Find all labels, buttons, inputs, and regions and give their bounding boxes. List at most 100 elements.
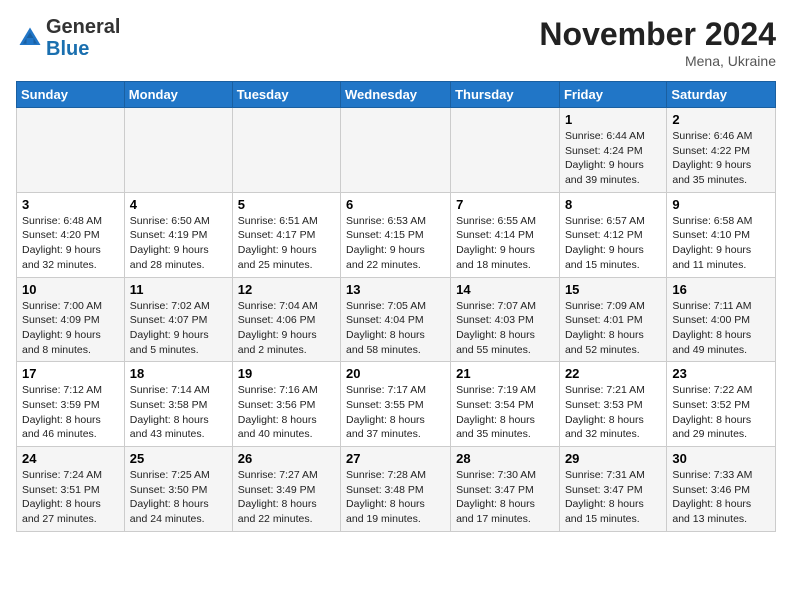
day-info: Sunrise: 7:31 AM Sunset: 3:47 PM Dayligh…: [565, 468, 661, 527]
day-info: Sunrise: 7:17 AM Sunset: 3:55 PM Dayligh…: [346, 383, 445, 442]
calendar-cell: 17Sunrise: 7:12 AM Sunset: 3:59 PM Dayli…: [17, 362, 125, 447]
day-info: Sunrise: 7:05 AM Sunset: 4:04 PM Dayligh…: [346, 299, 445, 358]
day-number: 26: [238, 451, 335, 466]
day-number: 30: [672, 451, 770, 466]
calendar-cell: 24 Sunrise: 7:24 AM Sunset: 3:51 PM Dayli…: [17, 447, 125, 532]
day-info: Sunrise: 6:51 AM Sunset: 4:17 PM Dayligh…: [238, 214, 335, 273]
calendar-cell: 11Sunrise: 7:02 AM Sunset: 4:07 PM Dayli…: [124, 277, 232, 362]
day-number: 11: [130, 282, 227, 297]
calendar-cell: [124, 108, 232, 193]
calendar-row: 17Sunrise: 7:12 AM Sunset: 3:59 PM Dayli…: [17, 362, 776, 447]
calendar-cell: 25 Sunrise: 7:25 AM Sunset: 3:50 PM Dayli…: [124, 447, 232, 532]
day-number: 9: [672, 197, 770, 212]
weekday-header: Wednesday: [341, 82, 451, 108]
day-info: Sunrise: 7:04 AM Sunset: 4:06 PM Dayligh…: [238, 299, 335, 358]
day-number: 8: [565, 197, 661, 212]
day-number: 4: [130, 197, 227, 212]
title-block: November 2024 Mena, Ukraine: [539, 16, 776, 69]
calendar-cell: 22Sunrise: 7:21 AM Sunset: 3:53 PM Dayli…: [559, 362, 666, 447]
page-container: General Blue November 2024 Mena, Ukraine…: [0, 0, 792, 540]
calendar-cell: 27 Sunrise: 7:28 AM Sunset: 3:48 PM Dayli…: [341, 447, 451, 532]
calendar-cell: [232, 108, 340, 193]
day-number: 29: [565, 451, 661, 466]
weekday-header: Friday: [559, 82, 666, 108]
calendar-cell: 20 Sunrise: 7:17 AM Sunset: 3:55 PM Dayli…: [341, 362, 451, 447]
calendar-cell: 19 Sunrise: 7:16 AM Sunset: 3:56 PM Dayli…: [232, 362, 340, 447]
day-info: Sunrise: 6:57 AM Sunset: 4:12 PM Dayligh…: [565, 214, 661, 273]
weekday-header: Sunday: [17, 82, 125, 108]
location: Mena, Ukraine: [539, 53, 776, 69]
calendar-cell: 13 Sunrise: 7:05 AM Sunset: 4:04 PM Dayli…: [341, 277, 451, 362]
day-number: 7: [456, 197, 554, 212]
day-number: 6: [346, 197, 445, 212]
day-number: 28: [456, 451, 554, 466]
calendar-cell: 29 Sunrise: 7:31 AM Sunset: 3:47 PM Dayli…: [559, 447, 666, 532]
day-info: Sunrise: 7:28 AM Sunset: 3:48 PM Dayligh…: [346, 468, 445, 527]
calendar-cell: 26Sunrise: 7:27 AM Sunset: 3:49 PM Dayli…: [232, 447, 340, 532]
day-info: Sunrise: 7:24 AM Sunset: 3:51 PM Dayligh…: [22, 468, 119, 527]
weekday-header: Thursday: [451, 82, 560, 108]
day-number: 17: [22, 366, 119, 381]
day-info: Sunrise: 6:44 AM Sunset: 4:24 PM Dayligh…: [565, 129, 661, 188]
calendar-cell: 3 Sunrise: 6:48 AM Sunset: 4:20 PM Daylig…: [17, 192, 125, 277]
weekday-header: Saturday: [667, 82, 776, 108]
day-info: Sunrise: 7:07 AM Sunset: 4:03 PM Dayligh…: [456, 299, 554, 358]
calendar-cell: 10Sunrise: 7:00 AM Sunset: 4:09 PM Dayli…: [17, 277, 125, 362]
day-number: 15: [565, 282, 661, 297]
logo-icon: [16, 24, 44, 52]
day-number: 27: [346, 451, 445, 466]
day-number: 14: [456, 282, 554, 297]
calendar-row: 24 Sunrise: 7:24 AM Sunset: 3:51 PM Dayli…: [17, 447, 776, 532]
calendar-row: 3 Sunrise: 6:48 AM Sunset: 4:20 PM Daylig…: [17, 192, 776, 277]
calendar-cell: 9 Sunrise: 6:58 AM Sunset: 4:10 PM Daylig…: [667, 192, 776, 277]
logo-general-text: General: [46, 16, 120, 38]
calendar-cell: 7 Sunrise: 6:55 AM Sunset: 4:14 PM Daylig…: [451, 192, 560, 277]
calendar-cell: 28 Sunrise: 7:30 AM Sunset: 3:47 PM Dayli…: [451, 447, 560, 532]
day-number: 20: [346, 366, 445, 381]
day-info: Sunrise: 6:50 AM Sunset: 4:19 PM Dayligh…: [130, 214, 227, 273]
day-number: 21: [456, 366, 554, 381]
calendar: SundayMondayTuesdayWednesdayThursdayFrid…: [16, 81, 776, 532]
day-number: 3: [22, 197, 119, 212]
calendar-cell: [341, 108, 451, 193]
day-number: 2: [672, 112, 770, 127]
day-info: Sunrise: 6:55 AM Sunset: 4:14 PM Dayligh…: [456, 214, 554, 273]
calendar-cell: 21 Sunrise: 7:19 AM Sunset: 3:54 PM Dayli…: [451, 362, 560, 447]
weekday-header: Tuesday: [232, 82, 340, 108]
calendar-cell: 6Sunrise: 6:53 AM Sunset: 4:15 PM Daylig…: [341, 192, 451, 277]
day-number: 5: [238, 197, 335, 212]
day-info: Sunrise: 6:58 AM Sunset: 4:10 PM Dayligh…: [672, 214, 770, 273]
calendar-cell: 2 Sunrise: 6:46 AM Sunset: 4:22 PM Daylig…: [667, 108, 776, 193]
day-number: 19: [238, 366, 335, 381]
calendar-cell: [17, 108, 125, 193]
day-info: Sunrise: 7:16 AM Sunset: 3:56 PM Dayligh…: [238, 383, 335, 442]
day-number: 25: [130, 451, 227, 466]
calendar-cell: 23Sunrise: 7:22 AM Sunset: 3:52 PM Dayli…: [667, 362, 776, 447]
calendar-row: 10Sunrise: 7:00 AM Sunset: 4:09 PM Dayli…: [17, 277, 776, 362]
calendar-cell: 12 Sunrise: 7:04 AM Sunset: 4:06 PM Dayli…: [232, 277, 340, 362]
calendar-cell: 1 Sunrise: 6:44 AM Sunset: 4:24 PM Daylig…: [559, 108, 666, 193]
day-number: 18: [130, 366, 227, 381]
header: General Blue November 2024 Mena, Ukraine: [16, 16, 776, 69]
weekday-header: Monday: [124, 82, 232, 108]
day-info: Sunrise: 7:14 AM Sunset: 3:58 PM Dayligh…: [130, 383, 227, 442]
day-number: 1: [565, 112, 661, 127]
day-number: 22: [565, 366, 661, 381]
day-info: Sunrise: 6:46 AM Sunset: 4:22 PM Dayligh…: [672, 129, 770, 188]
calendar-cell: 4 Sunrise: 6:50 AM Sunset: 4:19 PM Daylig…: [124, 192, 232, 277]
day-info: Sunrise: 7:30 AM Sunset: 3:47 PM Dayligh…: [456, 468, 554, 527]
day-number: 24: [22, 451, 119, 466]
logo: General Blue: [16, 16, 120, 60]
calendar-cell: 30Sunrise: 7:33 AM Sunset: 3:46 PM Dayli…: [667, 447, 776, 532]
calendar-cell: [451, 108, 560, 193]
day-number: 13: [346, 282, 445, 297]
day-info: Sunrise: 6:48 AM Sunset: 4:20 PM Dayligh…: [22, 214, 119, 273]
weekday-header-row: SundayMondayTuesdayWednesdayThursdayFrid…: [17, 82, 776, 108]
day-number: 16: [672, 282, 770, 297]
day-info: Sunrise: 7:19 AM Sunset: 3:54 PM Dayligh…: [456, 383, 554, 442]
day-number: 12: [238, 282, 335, 297]
day-info: Sunrise: 7:25 AM Sunset: 3:50 PM Dayligh…: [130, 468, 227, 527]
day-number: 10: [22, 282, 119, 297]
month-title: November 2024: [539, 16, 776, 53]
calendar-cell: 14 Sunrise: 7:07 AM Sunset: 4:03 PM Dayli…: [451, 277, 560, 362]
